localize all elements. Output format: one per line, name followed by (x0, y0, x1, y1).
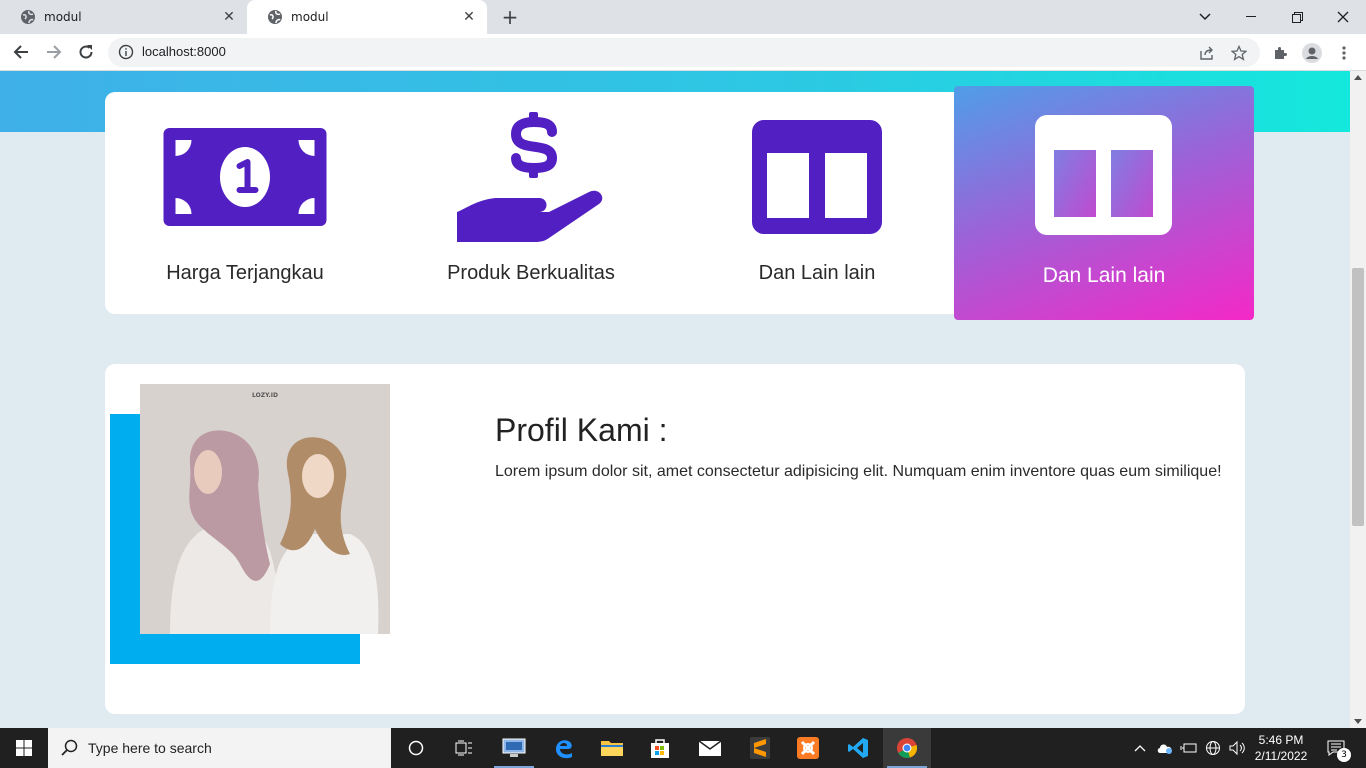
restore-button[interactable] (1274, 0, 1320, 34)
extensions-icon[interactable] (1270, 43, 1290, 63)
profile-description: Lorem ipsum dolor sit, amet consectetur … (495, 463, 1222, 480)
scroll-up-arrow-icon[interactable] (1354, 75, 1362, 80)
profile-card: LOZY.ID Profil Kami : Lorem ipsum dolor … (105, 364, 1245, 714)
folder-icon (601, 741, 623, 756)
address-bar[interactable]: localhost:8000 (108, 38, 1260, 67)
battery-power-icon[interactable] (1179, 738, 1199, 758)
tab-title: modul (291, 10, 329, 24)
taskbar-app-edge[interactable] (540, 728, 588, 768)
taskbar-app-chrome[interactable] (883, 728, 931, 768)
close-tab-icon[interactable]: ✕ (221, 9, 237, 25)
browser-tab-active[interactable]: modul ✕ (247, 0, 487, 34)
taskbar-app-vscode[interactable] (834, 728, 882, 768)
tab-title: modul (44, 10, 82, 24)
start-button[interactable] (0, 728, 48, 768)
money-bill-icon (163, 128, 327, 226)
profile-photo: LOZY.ID (140, 384, 390, 634)
columns-icon (1035, 115, 1172, 235)
hand-dollar-icon (457, 112, 603, 242)
page-scrollbar[interactable] (1350, 71, 1366, 728)
reload-button[interactable] (74, 40, 98, 64)
browser-tab[interactable]: modul ✕ (0, 0, 247, 34)
task-view-icon (455, 740, 472, 756)
monitor-icon (502, 738, 526, 757)
scroll-down-arrow-icon[interactable] (1354, 719, 1362, 724)
profile-title: Profil Kami : (495, 412, 668, 448)
taskbar-app-store[interactable] (636, 728, 684, 768)
volume-speaker-icon[interactable] (1227, 738, 1247, 758)
action-center-button[interactable]: 3 (1316, 728, 1356, 768)
task-view-button[interactable] (440, 728, 488, 768)
feature-item[interactable]: Dan Lain lain (677, 92, 957, 314)
search-icon (61, 739, 78, 756)
clock-time: 5:46 PM (1258, 733, 1304, 747)
forward-button[interactable] (42, 40, 66, 64)
search-placeholder: Type here to search (88, 740, 212, 756)
feature-label: Harga Terjangkau (166, 262, 324, 284)
share-icon[interactable] (1198, 44, 1216, 62)
url-text: localhost:8000 (142, 44, 226, 59)
close-tab-icon[interactable]: ✕ (461, 9, 477, 25)
minimize-button[interactable] (1228, 0, 1274, 34)
xampp-icon (797, 737, 819, 759)
system-clock[interactable]: 5:46 PM 2/11/2022 (1252, 732, 1310, 764)
scroll-thumb[interactable] (1352, 268, 1364, 526)
site-info-icon[interactable] (118, 44, 134, 60)
globe-icon (20, 9, 36, 25)
edge-icon (556, 740, 572, 759)
tab-strip: modul ✕ modul ✕ + (0, 0, 1366, 34)
browser-toolbar: localhost:8000 (0, 34, 1366, 71)
feature-item[interactable]: Harga Terjangkau (105, 92, 385, 314)
tab-search-icon[interactable] (1182, 0, 1228, 34)
taskbar-app-remote-desktop[interactable] (490, 728, 538, 768)
columns-icon (752, 120, 882, 234)
chrome-icon (897, 738, 918, 758)
close-window-button[interactable] (1320, 0, 1366, 34)
feature-item[interactable]: Produk Berkualitas (391, 92, 671, 314)
globe-icon (267, 9, 283, 25)
taskbar-app-file-explorer[interactable] (588, 728, 636, 768)
feature-label: Dan Lain lain (1042, 264, 1166, 287)
cortana-circle-icon (408, 740, 424, 756)
cortana-button[interactable] (392, 728, 440, 768)
windows-taskbar: Type here to search 5:46 PM 2/11/2022 3 (0, 728, 1366, 768)
sublime-text-icon (750, 737, 770, 759)
clock-date: 2/11/2022 (1254, 749, 1308, 763)
profile-avatar-icon[interactable] (1302, 43, 1322, 63)
network-globe-icon[interactable] (1203, 738, 1223, 758)
mail-icon (698, 740, 722, 756)
taskbar-app-mail[interactable] (686, 728, 734, 768)
store-bag-icon (651, 739, 669, 758)
vscode-icon (848, 738, 868, 758)
onedrive-cloud-icon[interactable] (1155, 738, 1175, 758)
feature-item-active[interactable]: Dan Lain lain (954, 86, 1254, 320)
taskbar-app-sublime[interactable] (736, 728, 784, 768)
notification-count-badge: 3 (1337, 748, 1351, 762)
back-button[interactable] (9, 40, 33, 64)
tray-overflow-chevron-icon[interactable] (1130, 738, 1150, 758)
feature-label: Produk Berkualitas (447, 262, 615, 284)
taskbar-app-xampp[interactable] (784, 728, 832, 768)
page-viewport: Harga Terjangkau Produk Berkualitas Dan … (0, 71, 1350, 728)
windows-logo-icon (16, 740, 32, 756)
feature-label: Dan Lain lain (758, 262, 876, 284)
bookmark-star-icon[interactable] (1230, 44, 1248, 62)
taskbar-search-box[interactable]: Type here to search (48, 728, 391, 768)
menu-kebab-icon[interactable] (1334, 43, 1354, 63)
new-tab-button[interactable]: + (500, 7, 520, 27)
